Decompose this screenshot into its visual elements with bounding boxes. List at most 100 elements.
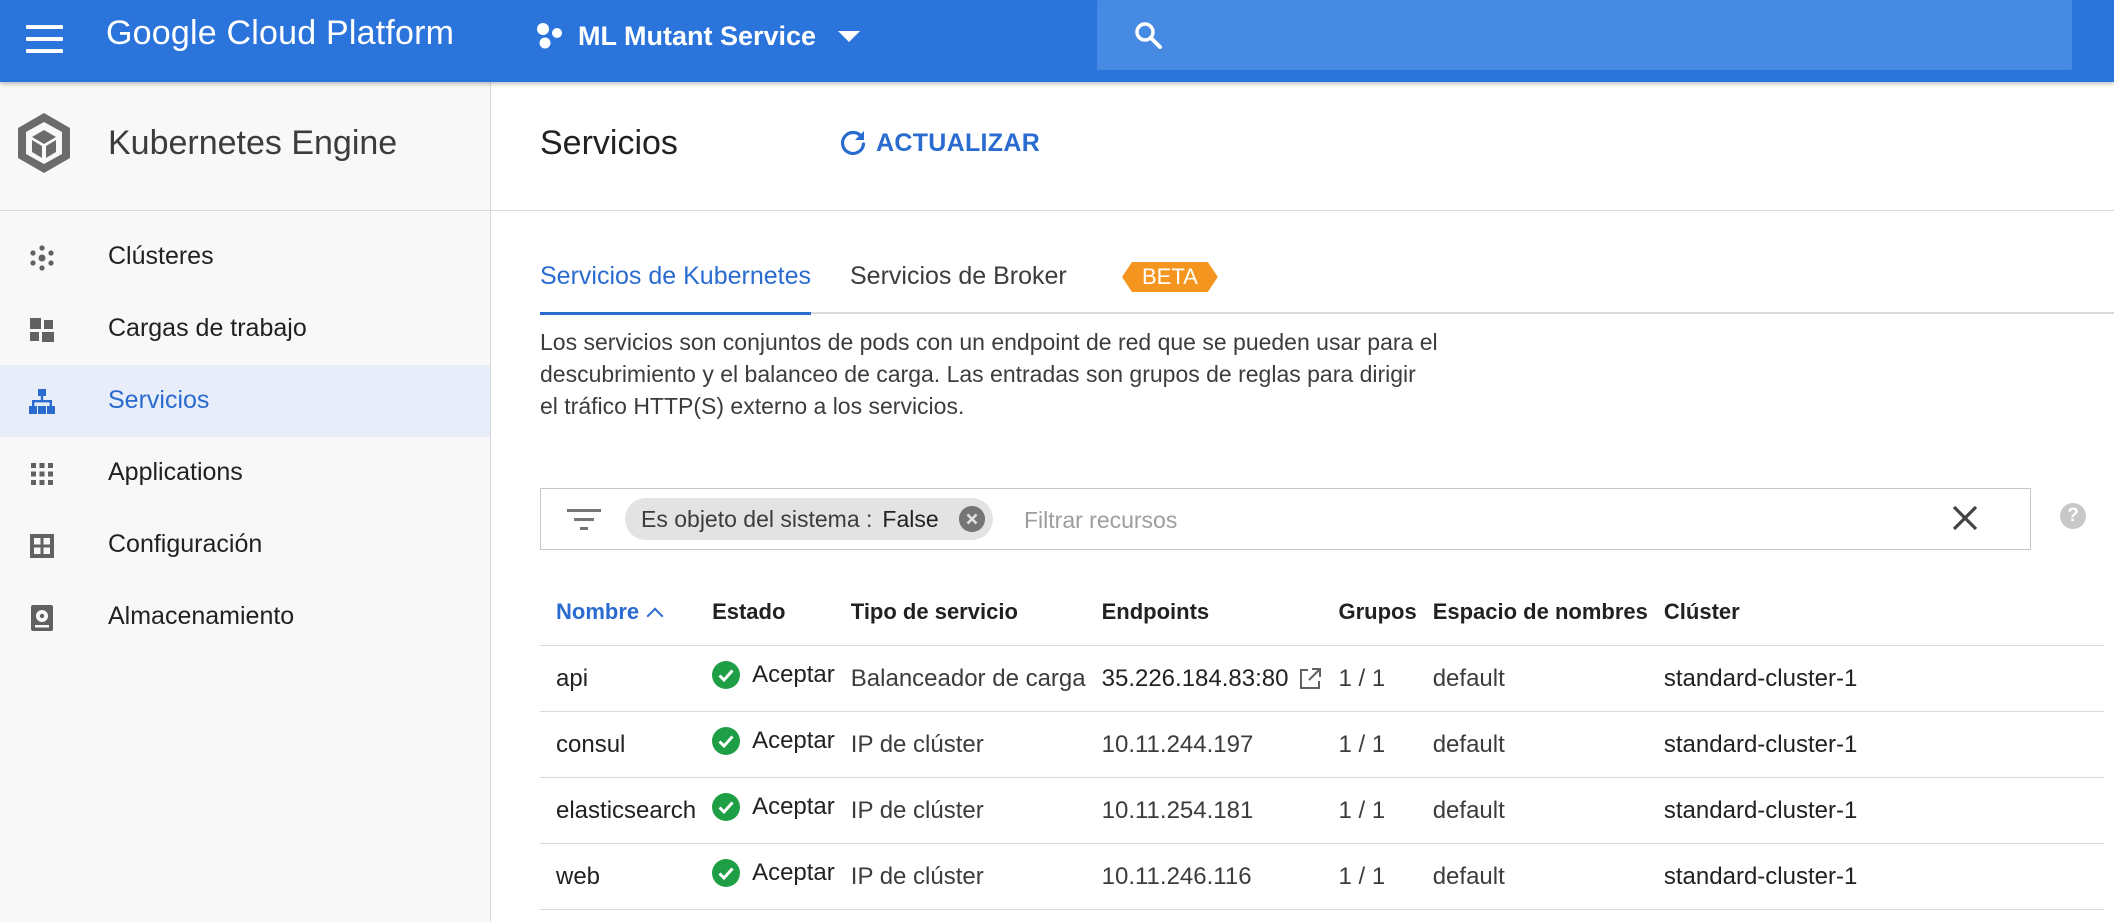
sidebar-item-label: Configuración: [108, 530, 263, 558]
clusters-icon: [30, 245, 54, 271]
project-name: ML Mutant Service: [578, 20, 817, 51]
services-icon: [29, 389, 55, 414]
clear-filter-icon[interactable]: [1950, 503, 1980, 533]
cluster-link[interactable]: standard-cluster-1: [1647, 645, 2104, 712]
product-header: Kubernetes Engine: [0, 82, 490, 211]
search-box[interactable]: [1097, 0, 2072, 70]
table-row[interactable]: consul Aceptar IP de clúster 10.11.244.1…: [540, 711, 2104, 778]
namespace-cell: default: [1416, 645, 1648, 712]
endpoint-cell: 35.226.184.83:80: [1085, 645, 1323, 712]
storage-icon: [31, 605, 53, 631]
endpoint-cell: 10.11.244.197: [1085, 711, 1323, 778]
namespace-cell: default: [1416, 777, 1648, 844]
sidebar-item-label: Almacenamiento: [108, 602, 295, 630]
refresh-icon: [840, 130, 866, 156]
service-name-link[interactable]: api: [540, 645, 697, 712]
column-header-namespace[interactable]: Espacio de nombres: [1417, 579, 1648, 646]
filter-bar: Es objeto del sistema : False: [540, 488, 2031, 550]
check-circle-icon: [712, 661, 741, 689]
sidebar-item-label: Cargas de trabajo: [108, 314, 307, 342]
refresh-label: ACTUALIZAR: [876, 128, 1041, 157]
column-header-endpoints[interactable]: Endpoints: [1086, 579, 1323, 646]
table-row[interactable]: elasticsearch Aceptar IP de clúster 10.1…: [540, 777, 2104, 844]
sidebar-nav: Clústeres Cargas de trabajo Servicios Ap…: [0, 211, 490, 653]
kubernetes-engine-logo-icon: [18, 113, 70, 173]
service-name-link[interactable]: web: [540, 843, 697, 910]
endpoint-cell: 10.11.246.116: [1085, 843, 1323, 910]
sidebar-item-label: Servicios: [108, 386, 210, 414]
menu-icon[interactable]: [26, 22, 64, 60]
status-cell: Aceptar: [696, 645, 835, 712]
sidebar-item-services[interactable]: Servicios: [0, 365, 490, 437]
top-app-bar: Google Cloud Platform ML Mutant Service: [0, 0, 2114, 82]
tab-broker-services[interactable]: Servicios de Broker: [850, 262, 1067, 312]
filter-input[interactable]: [1022, 498, 1926, 542]
groups-cell: 1 / 1: [1322, 777, 1417, 844]
refresh-button[interactable]: ACTUALIZAR: [838, 128, 1040, 158]
workloads-icon: [30, 318, 54, 342]
groups-cell: 1 / 1: [1322, 645, 1417, 712]
namespace-cell: default: [1416, 711, 1648, 778]
column-label: Nombre: [556, 599, 640, 624]
page-header: Servicios ACTUALIZAR: [491, 82, 2114, 211]
filter-icon[interactable]: [567, 507, 601, 531]
filter-chip-key: Es objeto del sistema :: [641, 506, 873, 532]
sidebar-item-applications[interactable]: Applications: [0, 437, 490, 509]
namespace-cell: default: [1416, 843, 1648, 910]
project-selector[interactable]: ML Mutant Service: [536, 14, 861, 58]
status-text: Aceptar: [752, 859, 835, 886]
external-link-icon: [1300, 667, 1322, 689]
filter-chip-value: False: [882, 506, 939, 532]
search-icon[interactable]: [1133, 20, 1163, 50]
column-header-name[interactable]: Nombre: [540, 579, 696, 646]
tab-bar: Servicios de Kubernetes Servicios de Bro…: [540, 250, 2114, 315]
endpoint-text: 35.226.184.83:80: [1101, 664, 1289, 692]
status-text: Aceptar: [752, 661, 835, 688]
cluster-link[interactable]: standard-cluster-1: [1647, 843, 2104, 910]
main-content: Servicios ACTUALIZAR Servicios de Kubern…: [491, 82, 2114, 922]
service-type-cell: IP de clúster: [834, 711, 1086, 778]
column-header-groups[interactable]: Grupos: [1322, 579, 1416, 646]
column-header-service-type[interactable]: Tipo de servicio: [835, 579, 1086, 646]
service-name-link[interactable]: consul: [540, 711, 697, 778]
sidebar-item-storage[interactable]: Almacenamiento: [0, 581, 490, 653]
service-type-cell: IP de clúster: [834, 843, 1086, 910]
cluster-link[interactable]: standard-cluster-1: [1647, 711, 2104, 778]
sort-ascending-icon: [646, 607, 664, 625]
status-cell: Aceptar: [696, 711, 835, 778]
apps-grid-icon: [31, 463, 53, 485]
tab-kubernetes-services[interactable]: Servicios de Kubernetes: [540, 262, 811, 315]
status-cell: Aceptar: [696, 843, 835, 910]
table-row[interactable]: api Aceptar Balanceador de carga 35.226.…: [540, 645, 2104, 712]
sidebar: Kubernetes Engine Clústeres Cargas de tr…: [0, 82, 491, 922]
status-cell: Aceptar: [696, 777, 835, 844]
sidebar-item-label: Applications: [108, 458, 243, 486]
service-name-link[interactable]: elasticsearch: [540, 777, 697, 844]
filter-chip[interactable]: Es objeto del sistema : False: [625, 498, 993, 540]
sidebar-item-configuration[interactable]: Configuración: [0, 509, 490, 581]
endpoint-cell: 10.11.254.181: [1085, 777, 1323, 844]
project-icon: [537, 23, 562, 49]
check-circle-icon: [712, 793, 741, 821]
check-circle-icon: [712, 859, 741, 887]
sidebar-item-clusters[interactable]: Clústeres: [0, 221, 490, 293]
brand-title[interactable]: Google Cloud Platform: [106, 14, 454, 53]
beta-badge: BETA: [1122, 262, 1218, 292]
table-header-row: Nombre Estado Tipo de servicio Endpoints…: [540, 579, 2104, 646]
table-row[interactable]: web Aceptar IP de clúster 10.11.246.116 …: [540, 843, 2104, 910]
groups-cell: 1 / 1: [1322, 711, 1417, 778]
remove-chip-icon[interactable]: [958, 506, 985, 532]
services-description: Los servicios son conjuntos de pods con …: [540, 329, 1438, 419]
help-icon[interactable]: ?: [2060, 503, 2086, 529]
endpoint-link[interactable]: 35.226.184.83:80: [1102, 665, 1323, 693]
sidebar-item-workloads[interactable]: Cargas de trabajo: [0, 293, 490, 365]
status-text: Aceptar: [752, 727, 835, 754]
column-header-cluster[interactable]: Clúster: [1648, 579, 2104, 646]
sidebar-item-label: Clústeres: [108, 242, 214, 270]
cluster-link[interactable]: standard-cluster-1: [1647, 777, 2104, 844]
service-type-cell: IP de clúster: [834, 777, 1086, 844]
column-header-status[interactable]: Estado: [696, 579, 835, 646]
groups-cell: 1 / 1: [1322, 843, 1417, 910]
status-text: Aceptar: [752, 793, 835, 820]
check-circle-icon: [712, 727, 741, 755]
